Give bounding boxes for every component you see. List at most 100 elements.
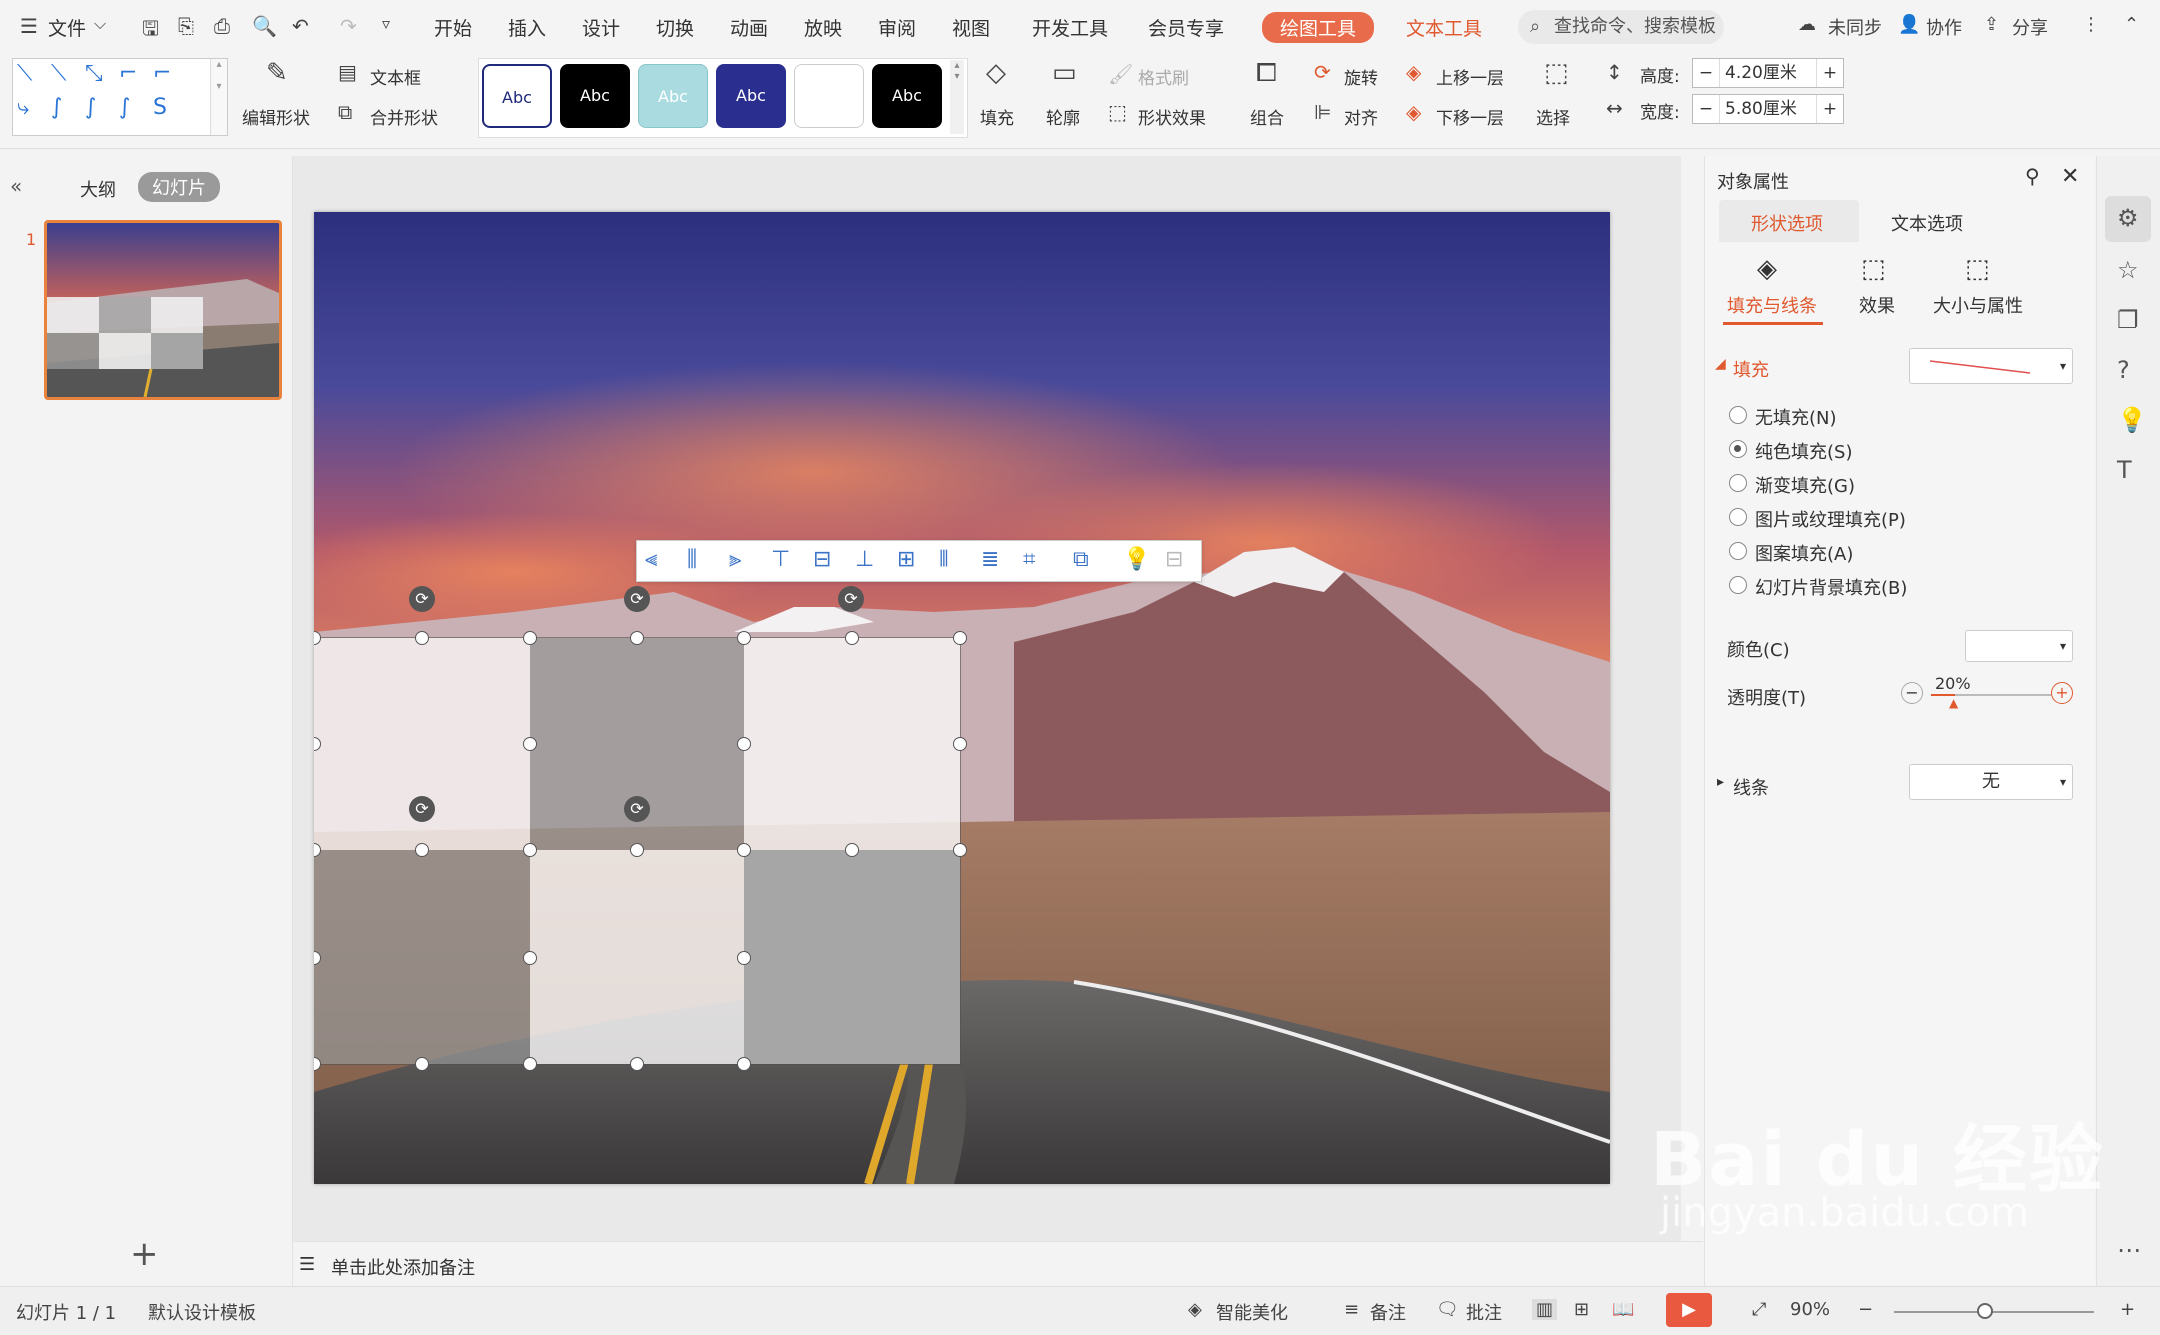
rotate-handle-icon[interactable]: ⟳ xyxy=(624,796,650,822)
resize-handle[interactable] xyxy=(523,631,537,645)
resize-handle[interactable] xyxy=(523,843,537,857)
resize-handle[interactable] xyxy=(415,1057,429,1071)
resize-handle[interactable] xyxy=(630,1057,644,1071)
tab-animation[interactable]: 动画 xyxy=(730,14,768,41)
play-icon[interactable]: ▶ xyxy=(1666,1293,1712,1327)
gallery-scroll[interactable]: ▴ ▾ xyxy=(210,59,227,135)
slide[interactable]: ⟳ ⟳ ⟳ ⟳ ⟳ xyxy=(314,212,1610,1184)
fill-preset-dropdown[interactable]: ▾ xyxy=(1909,348,2073,384)
subtab-fill-line[interactable]: 填充与线条 xyxy=(1727,292,1817,318)
align-center-icon[interactable]: ⫼ xyxy=(687,547,697,572)
tab-insert[interactable]: 插入 xyxy=(508,14,546,41)
tab-start[interactable]: 开始 xyxy=(434,14,472,41)
width-increase-button[interactable]: + xyxy=(1816,95,1843,123)
style-swatch-6[interactable]: Abc xyxy=(872,64,942,128)
crop-icon[interactable]: ⌗ xyxy=(1023,547,1035,572)
template-name[interactable]: 默认设计模板 xyxy=(148,1299,256,1325)
close-icon[interactable]: ✕ xyxy=(2061,164,2079,189)
idea-icon[interactable]: 💡 xyxy=(2117,406,2147,434)
radio-pattern-fill[interactable] xyxy=(1729,542,1747,560)
resize-handle[interactable] xyxy=(845,843,859,857)
resize-handle[interactable] xyxy=(953,737,967,751)
undo-icon[interactable]: ↶ xyxy=(292,14,309,38)
resize-handle[interactable] xyxy=(845,631,859,645)
zoom-out-icon[interactable]: − xyxy=(1858,1299,1873,1320)
transparency-decrease-button[interactable]: − xyxy=(1901,682,1923,704)
resize-handle[interactable] xyxy=(523,1057,537,1071)
zoom-value[interactable]: 90% xyxy=(1790,1299,1830,1320)
radio-solid-fill[interactable] xyxy=(1729,440,1747,458)
elbow-arrow-icon[interactable]: ⌐ xyxy=(153,61,171,86)
slides-icon[interactable]: ❐ xyxy=(2117,306,2139,334)
properties-icon[interactable]: ⚙ xyxy=(2117,204,2139,232)
resize-handle[interactable] xyxy=(737,843,751,857)
rotate-handle-icon[interactable]: ⟳ xyxy=(409,586,435,612)
tab-slides[interactable]: 幻灯片 xyxy=(138,172,220,202)
height-input[interactable]: − 4.20厘米 + xyxy=(1692,58,1844,88)
rotate-button[interactable]: 旋转 xyxy=(1344,64,1378,89)
chevron-down-icon[interactable]: ⌵ xyxy=(94,14,106,34)
tab-view[interactable]: 视图 xyxy=(952,14,990,41)
format-painter-button[interactable]: 格式刷 xyxy=(1138,64,1189,89)
sorter-view-icon[interactable]: ⊞ xyxy=(1574,1299,1589,1320)
curve-double-icon[interactable]: ∫ xyxy=(119,95,130,120)
merge-shape-button[interactable]: 合并形状 xyxy=(370,104,438,129)
style-swatch-5[interactable] xyxy=(794,64,864,128)
style-swatch-2[interactable]: Abc xyxy=(560,64,630,128)
star-icon[interactable]: ☆ xyxy=(2117,256,2139,284)
distribute-horizontal-icon[interactable]: ⦀ xyxy=(939,547,949,572)
resize-handle[interactable] xyxy=(737,631,751,645)
tab-outline[interactable]: 大纲 xyxy=(80,176,116,202)
bring-forward-button[interactable]: 上移一层 xyxy=(1436,64,1504,89)
reading-view-icon[interactable]: 📖 xyxy=(1612,1299,1634,1320)
select-button[interactable]: 选择 xyxy=(1536,104,1570,129)
sync-status[interactable]: 未同步 xyxy=(1828,14,1882,40)
radio-picture-fill[interactable] xyxy=(1729,508,1747,526)
color-picker-dropdown[interactable]: ▾ xyxy=(1965,630,2073,662)
tab-review[interactable]: 审阅 xyxy=(878,14,916,41)
transparency-slider-thumb[interactable]: ▲ xyxy=(1949,696,1958,710)
collapse-ribbon-icon[interactable]: ⌃ xyxy=(2124,14,2139,35)
customize-icon[interactable]: ▿ xyxy=(382,14,390,33)
zoom-in-icon[interactable]: + xyxy=(2120,1299,2135,1320)
tab-shape-options[interactable]: 形状选项 xyxy=(1751,210,1823,236)
radio-gradient-fill[interactable] xyxy=(1729,474,1747,492)
align-middle-icon[interactable]: ⊟ xyxy=(813,547,831,572)
radio-background-fill[interactable] xyxy=(1729,576,1747,594)
line-dropdown[interactable]: 无 ▾ xyxy=(1909,764,2073,800)
subtab-effect[interactable]: 效果 xyxy=(1859,292,1895,318)
style-gallery-scroll[interactable]: ▴ ▾ xyxy=(950,60,964,134)
preview-icon[interactable]: 🔍 xyxy=(252,14,277,38)
radio-no-fill[interactable] xyxy=(1729,406,1747,424)
rotate-handle-icon[interactable]: ⟳ xyxy=(838,586,864,612)
print-icon[interactable]: ⎙ xyxy=(214,14,230,38)
group-button[interactable]: 组合 xyxy=(1250,104,1284,129)
subtab-size[interactable]: 大小与属性 xyxy=(1933,292,2023,318)
share-button[interactable]: 分享 xyxy=(2012,14,2048,40)
smart-beautify-button[interactable]: 智能美化 xyxy=(1216,1299,1288,1325)
distribute-icon[interactable]: ⊞ xyxy=(897,547,915,572)
tab-member[interactable]: 会员专享 xyxy=(1148,14,1224,41)
freeform-icon[interactable]: S xyxy=(153,95,167,120)
line-shapes-gallery[interactable]: ⟍ ⟍ ⤡ ⌐ ⌐ ⤷ ∫ ∫ ∫ S ▴ ▾ xyxy=(12,58,228,136)
notes-toggle-button[interactable]: 备注 xyxy=(1370,1299,1406,1325)
width-decrease-button[interactable]: − xyxy=(1693,95,1720,123)
align-left-icon[interactable]: ⫷ xyxy=(645,547,657,572)
style-swatch-3[interactable]: Abc xyxy=(638,64,708,128)
zoom-slider[interactable] xyxy=(1894,1311,2094,1313)
help-icon[interactable]: ? xyxy=(2117,356,2130,384)
tab-transition[interactable]: 切换 xyxy=(656,14,694,41)
resize-handle[interactable] xyxy=(630,631,644,645)
tab-developer[interactable]: 开发工具 xyxy=(1032,14,1108,41)
curve-arrow-icon[interactable]: ∫ xyxy=(85,95,96,120)
text-format-icon[interactable]: T xyxy=(2117,456,2132,484)
search-input[interactable]: ⌕ 查找命令、搜索模板 xyxy=(1518,10,1724,44)
collapse-panel-icon[interactable]: « xyxy=(10,174,22,198)
export-icon[interactable]: ⎘ xyxy=(178,14,194,38)
tab-drawing-tools[interactable]: 绘图工具 xyxy=(1262,12,1375,43)
elbow-connector-icon[interactable]: ⌐ xyxy=(119,61,137,86)
send-backward-button[interactable]: 下移一层 xyxy=(1436,104,1504,129)
redo-icon[interactable]: ↷ xyxy=(340,14,357,38)
transparency-increase-button[interactable]: + xyxy=(2051,682,2073,704)
rotate-handle-icon[interactable]: ⟳ xyxy=(409,796,435,822)
